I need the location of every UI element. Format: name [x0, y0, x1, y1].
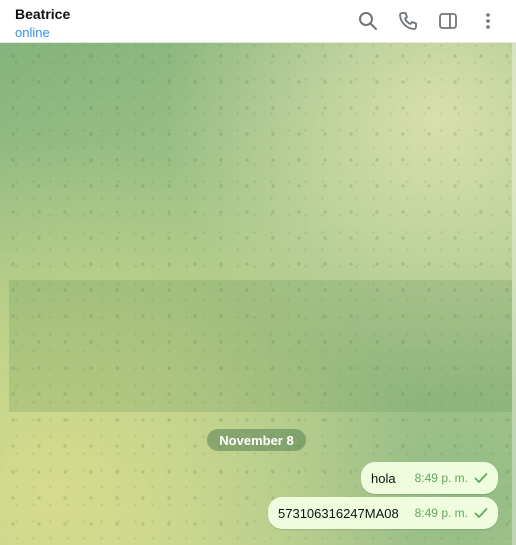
chat-area[interactable]: November 8 hola 8:49 p. m. 573106316247M…: [0, 43, 516, 545]
message-text: hola: [371, 470, 396, 486]
check-icon: [474, 507, 488, 519]
message-meta: 8:49 p. m.: [415, 471, 488, 485]
chat-overlay-band: [9, 280, 512, 412]
phone-icon[interactable]: [398, 11, 418, 31]
message-meta: 8:49 p. m.: [415, 506, 488, 520]
contact-status: online: [15, 25, 50, 40]
message-bubble[interactable]: hola 8:49 p. m.: [361, 462, 498, 494]
scrollbar-track[interactable]: [512, 43, 516, 545]
contact-name[interactable]: Beatrice: [15, 6, 70, 22]
search-icon[interactable]: [358, 11, 378, 31]
message-time: 8:49 p. m.: [414, 471, 468, 485]
check-icon: [474, 472, 488, 484]
more-vertical-icon[interactable]: [478, 11, 498, 31]
message-bubble[interactable]: 573106316247MA08 8:49 p. m.: [268, 497, 498, 529]
sidebar-toggle-icon[interactable]: [438, 11, 458, 31]
message-time: 8:49 p. m.: [414, 506, 468, 520]
date-separator: November 8: [207, 429, 306, 451]
chat-header: Beatrice online: [0, 0, 516, 43]
message-text: 573106316247MA08: [278, 505, 399, 521]
header-actions: [358, 11, 498, 31]
